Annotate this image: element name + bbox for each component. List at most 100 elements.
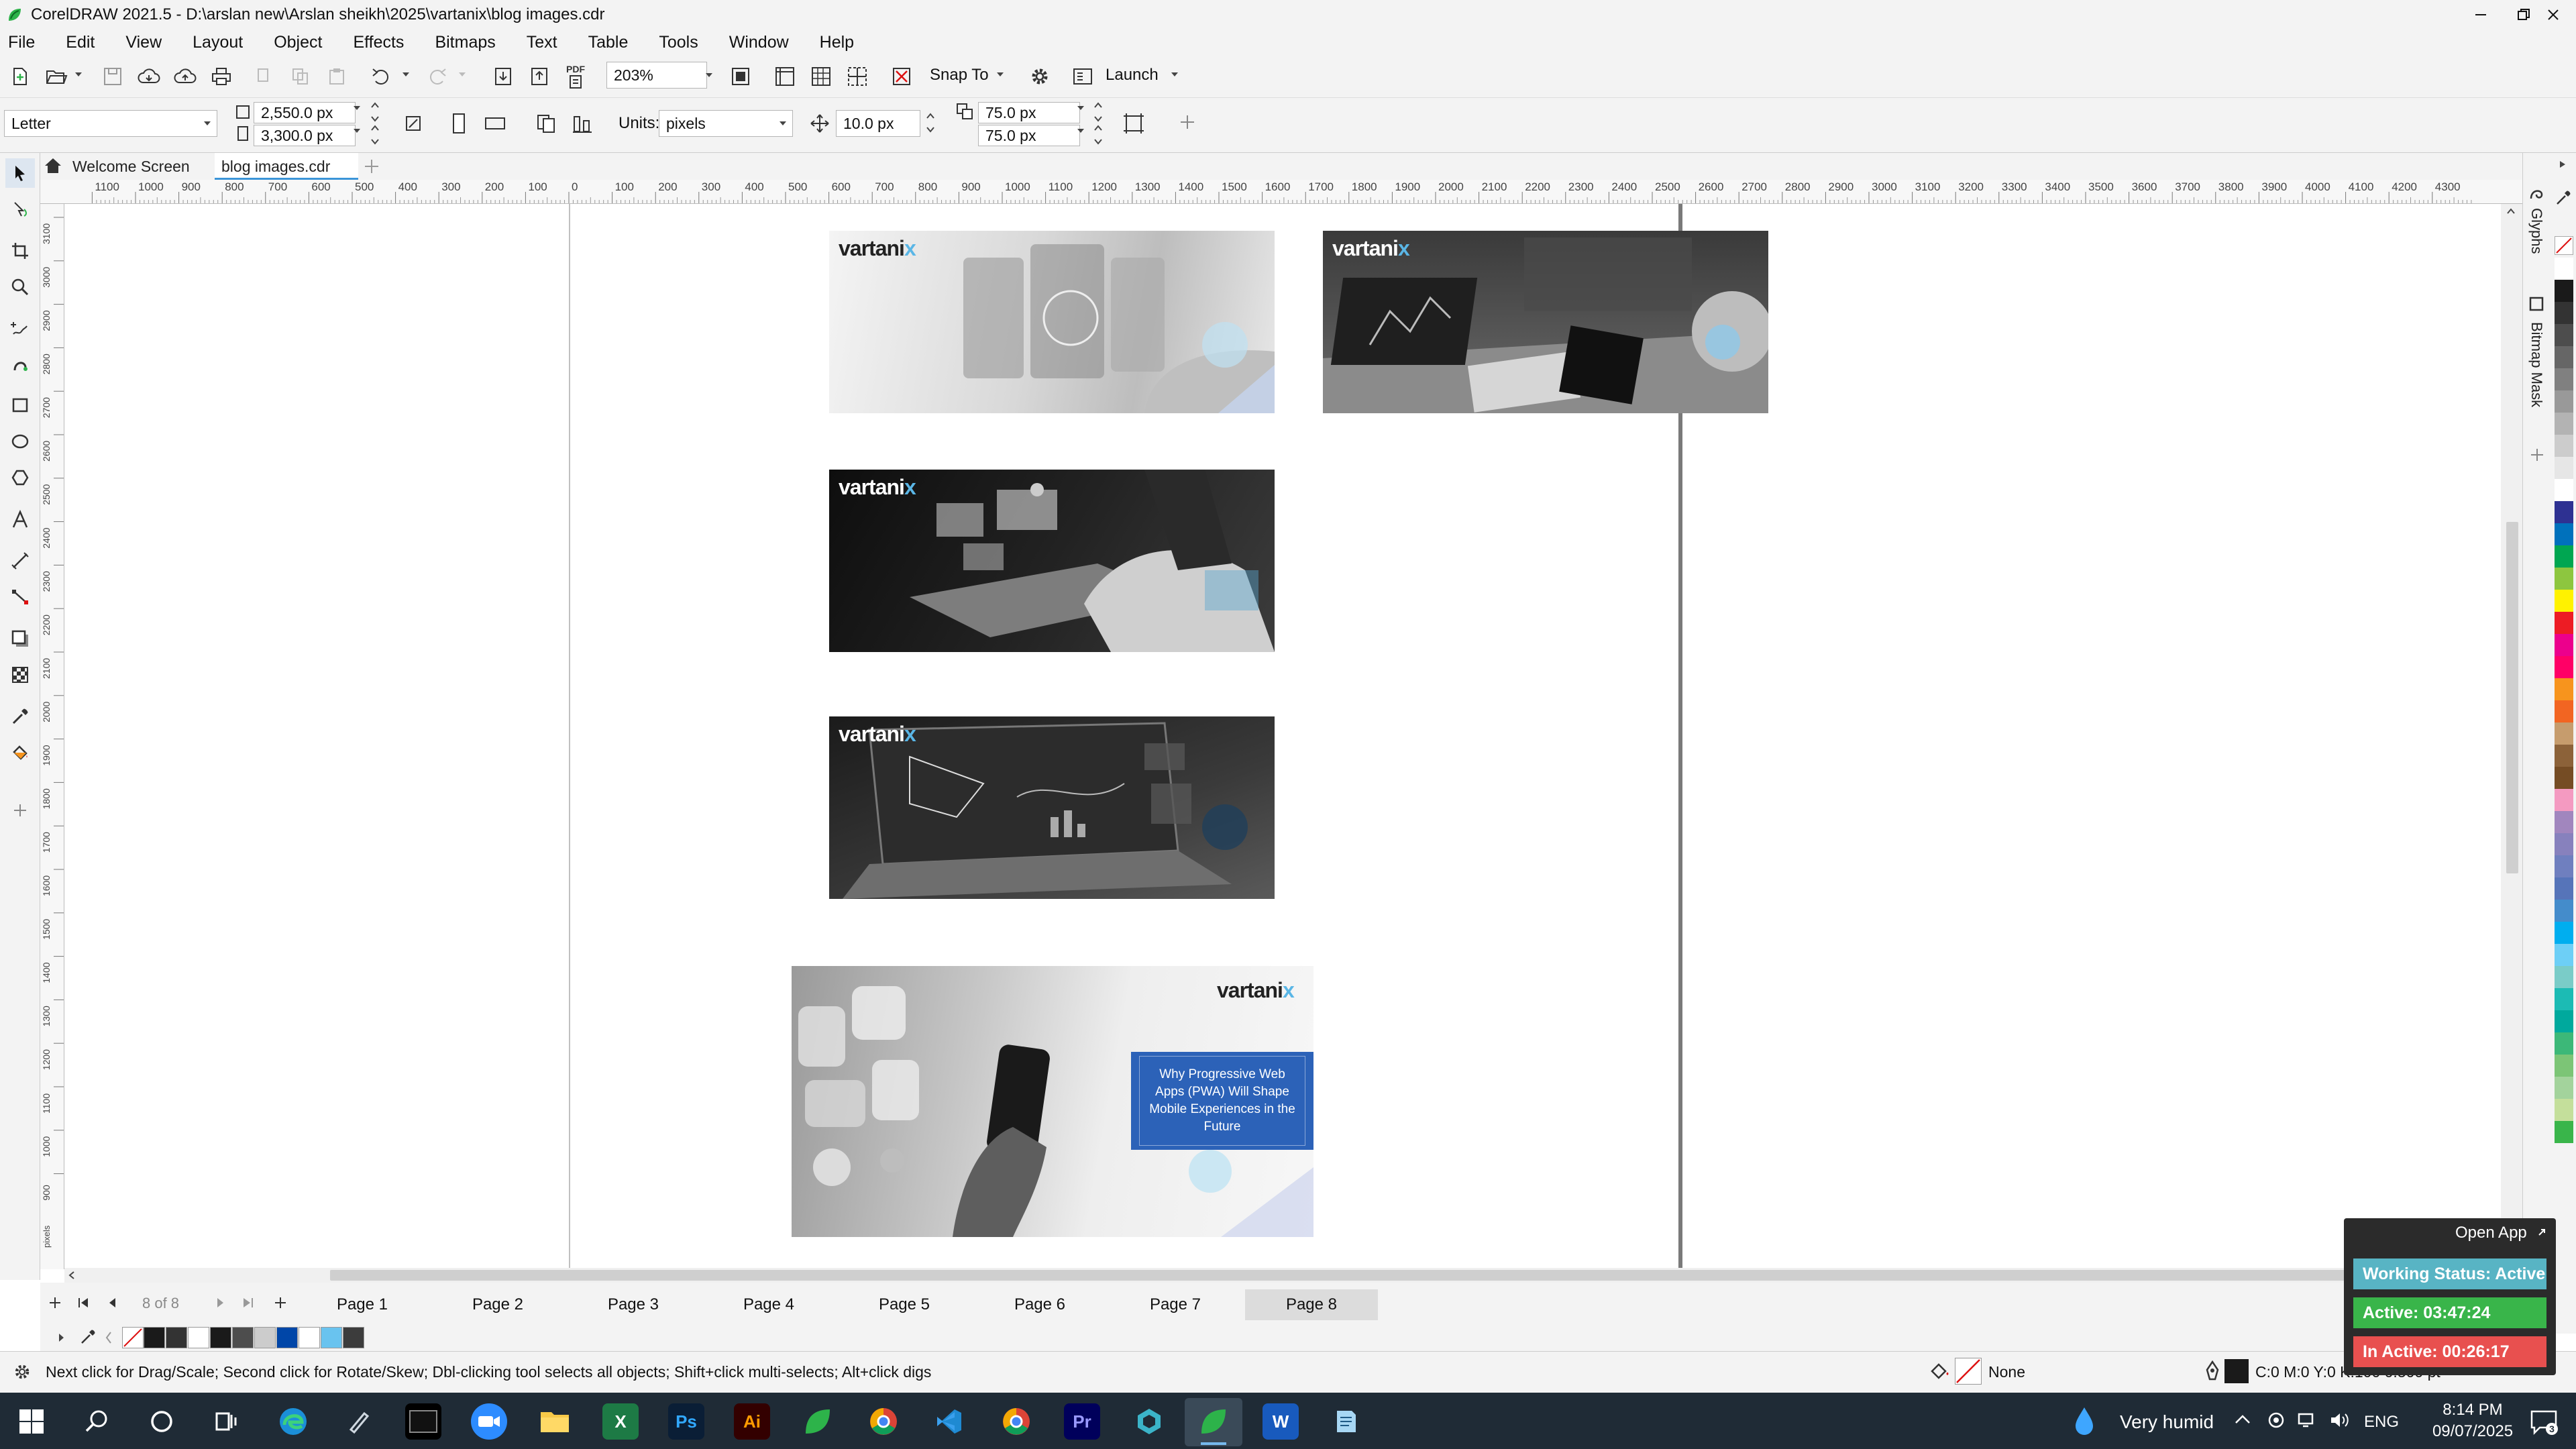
text-tool[interactable]: [5, 504, 35, 534]
palette-swatch[interactable]: [2555, 413, 2573, 435]
palette-swatch[interactable]: [2555, 590, 2573, 612]
show-guidelines-button[interactable]: [843, 62, 872, 91]
units-dropdown-icon[interactable]: [774, 111, 792, 136]
palette-swatch[interactable]: [2555, 811, 2573, 833]
network-icon[interactable]: [2297, 1411, 2317, 1429]
new-document-button[interactable]: [5, 62, 35, 91]
palette-swatch[interactable]: [2555, 767, 2573, 789]
outline-color-swatch[interactable]: [2224, 1359, 2249, 1383]
launch-icon-button[interactable]: [1068, 62, 1097, 91]
interactive-fill-tool[interactable]: [5, 738, 35, 767]
redo-dropdown-icon[interactable]: [458, 71, 467, 78]
taskbar-coreldraw-active[interactable]: [1195, 1403, 1232, 1440]
taskbar-time[interactable]: 8:14 PM: [2430, 1401, 2516, 1419]
quick-customize-button[interactable]: [5, 796, 35, 825]
export-button[interactable]: [525, 62, 554, 91]
page-tab-4[interactable]: Page 4: [716, 1289, 821, 1320]
horizontal-scroll-thumb[interactable]: [330, 1270, 2457, 1281]
eyedropper-tool[interactable]: [5, 702, 35, 731]
palette-swatch[interactable]: [2555, 1055, 2573, 1077]
taskbar-date[interactable]: 09/07/2025: [2418, 1422, 2528, 1441]
tray-app-icon[interactable]: [2267, 1411, 2285, 1429]
duplicate-x-spinner[interactable]: [1091, 102, 1106, 122]
duplicate-y-dropdown-icon[interactable]: [1076, 127, 1085, 134]
tab-welcome-screen[interactable]: Welcome Screen: [72, 153, 190, 180]
menu-tools[interactable]: Tools: [659, 33, 698, 52]
menu-help[interactable]: Help: [820, 33, 854, 52]
document-palette-swatch[interactable]: [254, 1327, 276, 1348]
palette-eyedropper-icon[interactable]: [2555, 189, 2572, 207]
document-palette-expand-icon[interactable]: [56, 1328, 67, 1347]
palette-swatch[interactable]: [2555, 900, 2573, 922]
fill-none-swatch[interactable]: [1955, 1358, 1982, 1385]
launch-label[interactable]: Launch: [1106, 66, 1159, 85]
cortana-button[interactable]: [144, 1403, 180, 1440]
crop-tool[interactable]: [5, 236, 35, 266]
first-page-icon[interactable]: [75, 1295, 91, 1311]
task-view-button[interactable]: [208, 1403, 244, 1440]
zoom-tool[interactable]: [5, 272, 35, 302]
document-palette-swatch[interactable]: [144, 1327, 165, 1348]
doc-no-color-swatch[interactable]: [122, 1327, 144, 1348]
palette-swatch[interactable]: [2555, 501, 2573, 523]
add-page-before-icon[interactable]: [47, 1295, 63, 1311]
blog-image-2[interactable]: vartanix: [1323, 231, 1768, 413]
tray-overflow-icon[interactable]: [2234, 1413, 2251, 1426]
last-page-icon[interactable]: [240, 1295, 256, 1311]
snap-to-label[interactable]: Snap To: [930, 66, 989, 85]
status-settings-icon[interactable]: [12, 1362, 32, 1382]
scroll-left-icon[interactable]: [67, 1271, 76, 1280]
duplicate-y-spinner[interactable]: [1091, 125, 1106, 145]
menu-object[interactable]: Object: [274, 33, 322, 52]
page-tab-7[interactable]: Page 7: [1123, 1289, 1228, 1320]
tab-blog-images[interactable]: blog images.cdr: [215, 153, 358, 180]
blog-image-4[interactable]: vartanix: [829, 716, 1275, 899]
menu-window[interactable]: Window: [729, 33, 789, 52]
close-window-button[interactable]: [2530, 0, 2576, 30]
taskbar-photoshop[interactable]: Ps: [668, 1403, 704, 1440]
zoom-level-input[interactable]: 203%: [606, 62, 707, 89]
open-dropdown-icon[interactable]: [74, 71, 83, 78]
transparency-tool[interactable]: [5, 660, 35, 690]
menu-layout[interactable]: Layout: [193, 33, 243, 52]
current-page-button[interactable]: [568, 109, 597, 138]
docker-tab-glyphs[interactable]: Glyphs: [2528, 208, 2545, 254]
add-docker-icon[interactable]: [2529, 447, 2545, 463]
full-screen-preview-button[interactable]: [726, 62, 755, 91]
options-button[interactable]: [1025, 62, 1055, 91]
taskbar-word[interactable]: W: [1263, 1403, 1299, 1440]
start-button[interactable]: [13, 1403, 50, 1440]
menu-edit[interactable]: Edit: [66, 33, 95, 52]
document-palette-back-icon[interactable]: [103, 1330, 114, 1346]
palette-swatch[interactable]: [2555, 612, 2573, 634]
cut-button[interactable]: [250, 62, 279, 91]
menu-view[interactable]: View: [125, 33, 162, 52]
palette-swatch[interactable]: [2555, 922, 2573, 944]
notifications-icon[interactable]: 3: [2529, 1409, 2559, 1436]
document-palette-swatch[interactable]: [188, 1327, 209, 1348]
ellipse-tool[interactable]: [5, 427, 35, 456]
palette-swatch[interactable]: [2555, 1099, 2573, 1121]
home-icon[interactable]: [43, 156, 63, 176]
taskbar-pen-app[interactable]: [341, 1403, 377, 1440]
menu-bitmaps[interactable]: Bitmaps: [435, 33, 495, 52]
pick-tool[interactable]: [5, 158, 35, 188]
palette-swatch[interactable]: [2555, 855, 2573, 877]
rectangle-tool[interactable]: [5, 390, 35, 420]
palette-swatch[interactable]: [2555, 656, 2573, 678]
nudge-spinner[interactable]: [923, 113, 938, 133]
page-size-select[interactable]: Letter: [4, 110, 217, 137]
page-orientation-button[interactable]: [398, 109, 428, 138]
palette-swatch[interactable]: [2555, 745, 2573, 767]
horizontal-scrollbar[interactable]: [64, 1268, 2501, 1283]
page-width-input[interactable]: 2,550.0 px: [254, 102, 356, 123]
glyphs-icon[interactable]: [2528, 185, 2545, 203]
palette-swatch[interactable]: [2555, 280, 2573, 302]
palette-swatch[interactable]: [2555, 1010, 2573, 1032]
weather-text[interactable]: Very humid: [2120, 1411, 2214, 1433]
language-indicator[interactable]: ENG: [2364, 1413, 2399, 1432]
duplicate-y-input[interactable]: 75.0 px: [978, 125, 1080, 146]
print-button[interactable]: [207, 62, 236, 91]
vertical-scrollbar[interactable]: [2501, 204, 2522, 1268]
vertical-ruler[interactable]: 3100 3000 2900 2800 2700 2600 2500 2400 2300 2200…: [40, 204, 64, 1269]
